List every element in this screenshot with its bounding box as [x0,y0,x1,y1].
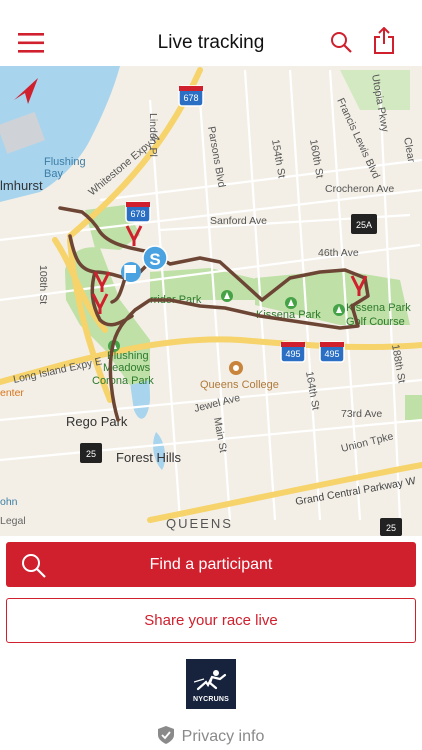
shield-i678-south: 678 [125,201,151,223]
park-pin-icon-3 [333,304,345,316]
map-label-flushing-bay-1: Flushing [44,156,86,168]
map-label-sanford: Sanford Ave [210,215,267,227]
map-label-union: Union Tpke [340,430,395,455]
map-label-73rd: 73rd Ave [341,408,382,420]
shield-route-25-west: 25 [80,443,102,463]
long-island-expressway [0,336,422,385]
park-pin-icon-2 [285,297,297,309]
east-green [405,395,422,420]
map-label-parsons: Parsons Blvd [205,125,228,188]
map-label-queens-college: Queens College [200,379,279,391]
svg-text:25: 25 [86,449,96,459]
svg-text:25A: 25A [356,220,372,230]
share-race-button[interactable]: Share your race live [6,598,416,643]
map-label-crocheron: Crocheron Ave [325,183,394,195]
nycruns-logo: NYCRUNS [186,659,236,709]
shield-route-25-east: 25 [380,518,402,536]
svg-text:S: S [149,250,160,269]
map-label-queens: QUEENS [166,516,233,531]
map-label-john: ohn [0,496,18,508]
map-label-jewel: Jewel Ave [193,392,242,415]
finish-flag-icon [121,262,141,282]
svg-text:25: 25 [386,523,396,533]
shield-route-25a: 25A [351,214,377,234]
map-label-linden: Linden Pl [147,113,159,157]
top-bar: Live tracking [0,0,422,66]
shield-check-icon [157,726,174,749]
share-race-label: Share your race live [144,612,278,629]
find-participant-label: Find a participant [149,556,273,573]
map-label-fmcp-3: Corona Park [92,375,154,387]
college-pin-icon [229,361,243,375]
park-pin-icon-1 [221,290,233,302]
runner-icon [194,670,227,691]
privacy-info-link[interactable]: Privacy info [0,726,422,749]
privacy-info-label: Privacy info [181,728,265,745]
map-label-clear: Clear [401,136,417,163]
svg-text:678: 678 [183,93,198,103]
start-marker-icon: S [142,245,168,271]
map-label-lie: Long Island Expy E [12,355,103,386]
page-title: Live tracking [157,32,265,53]
search-icon[interactable] [330,31,352,53]
logo-text: NYCRUNS [192,696,229,703]
map-label-elmhurst: lmhurst [0,178,43,193]
find-participant-button[interactable]: Find a participant [6,542,416,587]
map-label-46th: 46th Ave [318,247,359,259]
shield-i495-west: 495 [280,341,306,363]
svg-text:495: 495 [324,349,339,359]
map-label-line: Bay [44,168,63,180]
svg-text:678: 678 [130,209,145,219]
map-label-108th: 108th St [37,265,49,304]
map-label-center: enter [0,387,24,399]
race-map[interactable]: Flushing Bay lmhurst Whitestone Expy N Li… [0,66,422,536]
map-label-154th: 154th St [269,138,288,179]
map-label-legal: Legal [0,515,26,527]
shield-i495-east: 495 [319,341,345,363]
shield-i678-north: 678 [178,85,204,107]
map-label-forest: Forest Hills [116,450,182,465]
map-label-main: Main St [211,416,229,453]
share-icon[interactable] [373,26,395,55]
svg-text:495: 495 [285,349,300,359]
